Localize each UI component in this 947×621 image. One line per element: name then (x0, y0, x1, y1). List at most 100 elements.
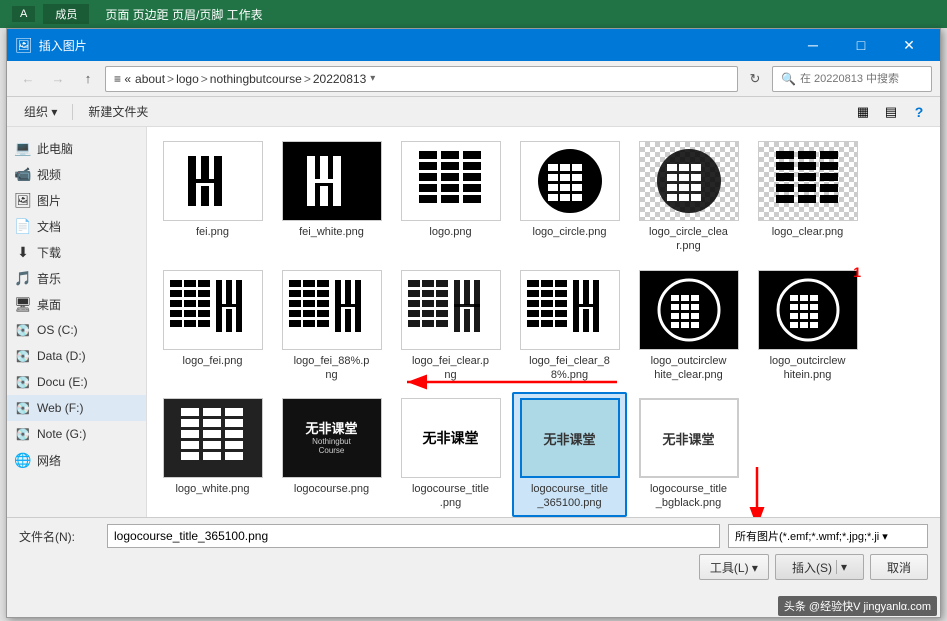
file-name-logo-clear: logo_clear.png (772, 225, 844, 239)
back-button[interactable]: ← (15, 66, 41, 92)
file-name-logo: logo.png (429, 225, 471, 239)
file-name-logo-outcircle-white: logo_outcirclewhite_clear.png (651, 354, 727, 383)
file-item-logocourse-title[interactable]: 无非课堂 logocourse_title.png (393, 392, 508, 517)
sidebar-label-downloads: 下载 (37, 244, 61, 261)
excel-formula-bar: 成员 (43, 4, 89, 24)
file-name-logo-circle-clear: logo_circle_clear.png (649, 225, 728, 254)
file-name-logo-fei-clear: logo_fei_clear.png (412, 354, 489, 383)
sidebar-label-pictures: 图片 (37, 192, 61, 209)
file-thumb-logo-outcircle-whitein (758, 270, 858, 350)
file-item-logo-fei-clear-88[interactable]: logo_fei_clear_88%.png (512, 264, 627, 389)
insert-dropdown-arrow[interactable]: ▾ (836, 560, 847, 574)
file-item-logo-circle-clear[interactable]: logo_circle_clear.png (631, 135, 746, 260)
file-thumb-logo-fei-clear-88 (520, 270, 620, 350)
file-item-logocourse-title-bgblack[interactable]: 无非课堂 logocourse_title_bgblack.png (631, 392, 746, 517)
file-thumb-logo-fei-88 (282, 270, 382, 350)
sidebar-label-desktop: 桌面 (37, 296, 61, 313)
excel-cell-ref: A (12, 6, 35, 22)
file-item-logocourse-title-sel[interactable]: 无非课堂 logocourse_title_365100.png (512, 392, 627, 517)
sidebar-item-e[interactable]: 💽 Docu (E:) (7, 369, 146, 395)
sidebar-item-pictures[interactable]: 🖼 图片 (7, 187, 146, 213)
sidebar-item-network[interactable]: 🌐 网络 (7, 447, 146, 473)
excel-tab-bar: 页面 页边距 页眉/页脚 工作表 (105, 6, 262, 23)
minimize-button[interactable]: ─ (790, 29, 836, 61)
file-thumb-logo-outcircle-white (639, 270, 739, 350)
filetype-label: 所有图片(*.emf;*.wmf;*.jpg;*.ji ▾ (735, 528, 888, 544)
file-thumb-logocourse-title-sel: 无非课堂 (520, 398, 620, 478)
downloads-icon: ⬇ (15, 244, 31, 260)
organize-button[interactable]: 组织 ▾ (15, 100, 66, 124)
file-item-fei[interactable]: fei.png (155, 135, 270, 260)
path-nothingbutcourse: nothingbutcourse (210, 72, 302, 86)
file-thumb-logo-fei-clear (401, 270, 501, 350)
maximize-button[interactable]: □ (838, 29, 884, 61)
help-icon[interactable]: ? (906, 100, 932, 124)
file-name-logo-outcircle-whitein: logo_outcirclewhitein.png (770, 354, 846, 383)
path-dropdown-icon: ▾ (370, 73, 375, 84)
sidebar-item-downloads[interactable]: ⬇ 下载 (7, 239, 146, 265)
refresh-button[interactable]: ↻ (742, 66, 768, 92)
forward-button[interactable]: → (45, 66, 71, 92)
sidebar-label-g: Note (G:) (37, 427, 86, 441)
sidebar-label-video: 视频 (37, 166, 61, 183)
annotation-1: 1 (853, 264, 861, 280)
tools-button[interactable]: 工具(L) ▾ (699, 554, 769, 580)
sidebar-item-thispc[interactable]: 💻 此电脑 (7, 135, 146, 161)
file-item-logo-fei-88[interactable]: logo_fei_88%.png (274, 264, 389, 389)
path-about: about (135, 72, 165, 86)
file-item-logo-circle[interactable]: logo_circle.png (512, 135, 627, 260)
sidebar-item-video[interactable]: 📹 视频 (7, 161, 146, 187)
network-icon: 🌐 (15, 452, 31, 468)
file-item-logo-outcircle-white[interactable]: logo_outcirclewhite_clear.png (631, 264, 746, 389)
view-details-icon[interactable]: ▤ (878, 100, 904, 124)
cancel-button[interactable]: 取消 (870, 554, 928, 580)
drive-g-icon: 💽 (15, 426, 31, 442)
sidebar-label-e: Docu (E:) (37, 375, 88, 389)
file-item-logo-fei[interactable]: logo_fei.png (155, 264, 270, 389)
view-large-icon[interactable]: ▦ (850, 100, 876, 124)
file-thumb-logo-white (163, 398, 263, 478)
file-item-logo-outcircle-whitein[interactable]: logo_outcirclewhitein.png 1 (750, 264, 865, 389)
sidebar-item-g[interactable]: 💽 Note (G:) (7, 421, 146, 447)
insert-label: 插入(S) (792, 559, 832, 576)
new-folder-button[interactable]: 新建文件夹 (79, 100, 157, 124)
sidebar-item-desktop[interactable]: 🖥 桌面 (7, 291, 146, 317)
music-icon: 🎵 (15, 270, 31, 286)
file-item-logo-white[interactable]: logo_white.png (155, 392, 270, 517)
search-box[interactable]: 🔍 (772, 66, 932, 92)
file-item-logocourse[interactable]: 无非课堂 Nothingbut Course logocourse.png (274, 392, 389, 517)
file-item-logo-fei-clear[interactable]: logo_fei_clear.png (393, 264, 508, 389)
sidebar-item-music[interactable]: 🎵 音乐 (7, 265, 146, 291)
file-name-logocourse: logocourse.png (294, 482, 369, 496)
sidebar-item-c[interactable]: 💽 OS (C:) (7, 317, 146, 343)
sidebar-item-d[interactable]: 💽 Data (D:) (7, 343, 146, 369)
dialog-title-bar: 🖼 插入图片 ─ □ ✕ (7, 29, 940, 61)
file-name-fei: fei.png (196, 225, 229, 239)
file-thumb-logocourse-title-bgblack: 无非课堂 (639, 398, 739, 478)
file-item-logo-clear[interactable]: logo_clear.png (750, 135, 865, 260)
file-name-logocourse-title-sel: logocourse_title_365100.png (531, 482, 608, 511)
insert-button[interactable]: 插入(S) ▾ (775, 554, 864, 580)
file-item-logo[interactable]: logo.png (393, 135, 508, 260)
file-thumb-fei-white (282, 141, 382, 221)
sidebar: 💻 此电脑 📹 视频 🖼 图片 📄 文档 ⬇ 下载 (7, 127, 147, 517)
file-thumb-logo-circle-clear (639, 141, 739, 221)
documents-icon: 📄 (15, 218, 31, 234)
file-thumb-logo-fei (163, 270, 263, 350)
filetype-dropdown[interactable]: 所有图片(*.emf;*.wmf;*.jpg;*.ji ▾ (728, 524, 928, 548)
file-thumb-logo-circle (520, 141, 620, 221)
sidebar-item-documents[interactable]: 📄 文档 (7, 213, 146, 239)
search-icon: 🔍 (781, 72, 796, 86)
sidebar-item-f[interactable]: 💽 Web (F:) (7, 395, 146, 421)
path-current: 20220813 (313, 72, 366, 86)
address-path[interactable]: ≡ « about > logo > nothingbutcourse > 20… (105, 66, 738, 92)
file-name-logo-fei-clear-88: logo_fei_clear_88%.png (529, 354, 610, 383)
search-input[interactable] (800, 73, 920, 85)
up-button[interactable]: ↑ (75, 66, 101, 92)
close-button[interactable]: ✕ (886, 29, 932, 61)
filename-input[interactable] (107, 524, 720, 548)
drive-d-icon: 💽 (15, 348, 31, 364)
file-item-fei-white[interactable]: fei_white.png (274, 135, 389, 260)
file-name-logo-white: logo_white.png (175, 482, 249, 496)
sidebar-label-thispc: 此电脑 (37, 140, 73, 157)
